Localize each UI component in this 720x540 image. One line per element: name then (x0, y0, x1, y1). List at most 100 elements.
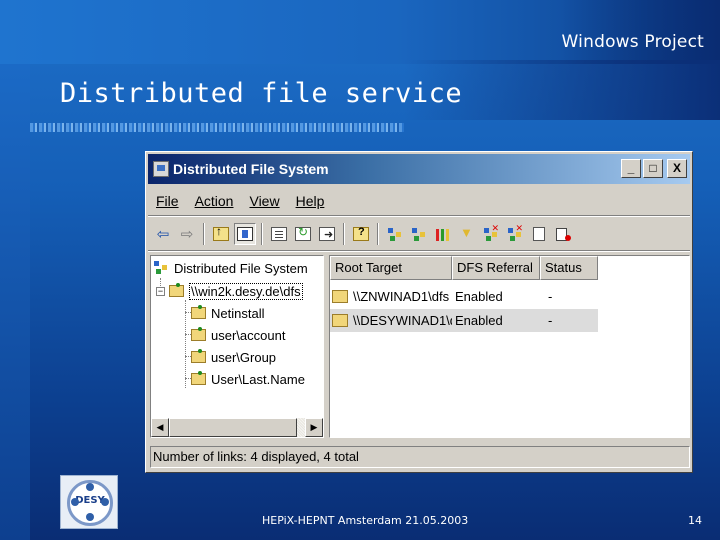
tree-node-link[interactable]: user\account (191, 325, 285, 345)
scroll-thumb[interactable] (169, 418, 297, 437)
tree-node-label: Distributed File System (174, 260, 308, 276)
list-pane[interactable]: Root Target DFS Referral Status \\ZNWINA… (329, 255, 690, 438)
remove-target-button[interactable] (552, 223, 574, 245)
help-button[interactable] (350, 223, 372, 245)
tree-node-label: user\account (211, 327, 286, 343)
cell-root-target: \\ZNWINAD1\dfs (353, 289, 450, 304)
copy-button[interactable] (528, 223, 550, 245)
logo-dot (86, 483, 94, 491)
remove-link-icon (507, 223, 523, 241)
dfs-root-folder-icon (169, 283, 184, 297)
cell-dfs-referral: Enabled (455, 289, 503, 304)
dfs-tree-icon (154, 261, 170, 275)
column-root-target[interactable]: Root Target (330, 256, 452, 280)
slide-title: Distributed file service (60, 78, 463, 109)
up-one-level-button[interactable] (210, 223, 232, 245)
export-list-button[interactable] (316, 223, 338, 245)
link-folder-icon (191, 371, 206, 385)
maximize-button[interactable]: □ (643, 159, 663, 178)
logo-dot (71, 498, 79, 506)
toolbar-separator (203, 223, 205, 245)
dfs-window: Distributed File System _ □ X File Actio… (145, 151, 693, 473)
cell-root-target: \\DESYWINAD1\dfs (353, 313, 452, 328)
list-row[interactable]: \\ZNWINAD1\dfs Enabled - (330, 285, 598, 308)
logo-ring: DESY (67, 480, 113, 526)
back-button[interactable]: ⇦ (152, 223, 174, 245)
filter-icon (459, 225, 475, 241)
tree-horizontal-scrollbar[interactable]: ◀ ▶ (151, 418, 323, 437)
scroll-track[interactable] (297, 418, 305, 437)
tree-connector (185, 300, 186, 388)
toolbar-bottom-separator (148, 250, 690, 252)
tree-node-label: User\Last.Name (211, 371, 305, 387)
window-title: Distributed File System (173, 161, 329, 177)
toolbar-separator (343, 223, 345, 245)
toolbar: ⇦ ⇨ (152, 220, 574, 248)
cell-status: - (548, 289, 553, 304)
new-link-icon (411, 227, 427, 241)
link-folder-icon (191, 349, 206, 363)
forward-button[interactable]: ⇨ (176, 223, 198, 245)
left-strip (0, 64, 30, 540)
cell-status: - (548, 313, 553, 328)
menu-help[interactable]: Help (288, 193, 333, 209)
list-header: Root Target DFS Referral Status (330, 256, 598, 280)
column-dfs-referral[interactable]: DFS Referral (452, 256, 540, 280)
tree-view: Distributed File System − \\win2k.desy.d… (151, 256, 323, 418)
tree-node-link[interactable]: Netinstall (191, 303, 264, 323)
show-status-icon (435, 227, 451, 241)
menu-view-label: View (249, 193, 280, 209)
filter-button[interactable] (456, 223, 478, 245)
minimize-button[interactable]: _ (621, 159, 641, 178)
remove-link-button[interactable] (504, 223, 526, 245)
desy-logo: DESY (60, 475, 118, 529)
collapse-toggle[interactable]: − (156, 286, 165, 296)
window-controls: _ □ X (621, 159, 687, 178)
new-link-button[interactable] (408, 223, 430, 245)
up-folder-icon (213, 224, 229, 241)
menu-action-label: Action (194, 193, 234, 209)
tree-pane[interactable]: Distributed File System − \\win2k.desy.d… (150, 255, 324, 438)
toolbar-separator (377, 223, 379, 245)
logo-dot (101, 498, 109, 506)
footer-text: HEPiX-HEPNT Amsterdam 21.05.2003 (262, 514, 469, 527)
menu-view[interactable]: View (241, 193, 287, 209)
list-row[interactable]: \\DESYWINAD1\dfs Enabled - (330, 309, 598, 332)
dfs-app-icon (153, 161, 169, 177)
window-titlebar[interactable]: Distributed File System _ □ X (148, 154, 690, 184)
show-status-button[interactable] (432, 223, 454, 245)
copy-icon (533, 227, 545, 241)
tree-node-dfs-root[interactable]: − \\win2k.desy.de\dfs (156, 281, 303, 301)
back-arrow-icon: ⇦ (156, 226, 170, 243)
status-bar: Number of links: 4 displayed, 4 total (150, 446, 690, 468)
new-root-button[interactable] (384, 223, 406, 245)
tree-node-root[interactable]: Distributed File System (154, 258, 308, 278)
properties-button[interactable] (268, 223, 290, 245)
menu-help-label: Help (295, 193, 325, 209)
help-icon (353, 226, 369, 241)
toolbar-separator (261, 223, 263, 245)
new-root-icon (387, 227, 403, 241)
forward-arrow-icon: ⇨ (180, 226, 194, 243)
scroll-left-button[interactable]: ◀ (151, 418, 169, 437)
decorative-rule (30, 123, 404, 132)
tree-node-label: Netinstall (211, 305, 265, 321)
scroll-right-button[interactable]: ▶ (305, 418, 323, 437)
tree-node-link[interactable]: User\Last.Name (191, 369, 305, 389)
remove-target-icon (555, 227, 571, 241)
show-hide-tree-icon (237, 227, 253, 241)
link-folder-icon (191, 305, 206, 319)
show-hide-tree-button[interactable] (234, 223, 256, 245)
tree-node-link[interactable]: user\Group (191, 347, 276, 367)
menu-file[interactable]: File (148, 193, 187, 209)
refresh-button[interactable] (292, 223, 314, 245)
refresh-icon (295, 225, 311, 241)
column-status[interactable]: Status (540, 256, 598, 280)
project-title: Windows Project (561, 32, 704, 52)
menu-separator (148, 215, 690, 217)
remove-root-button[interactable] (480, 223, 502, 245)
cell-dfs-referral: Enabled (455, 313, 503, 328)
menu-action[interactable]: Action (187, 193, 242, 209)
tree-node-label: \\win2k.desy.de\dfs (189, 282, 303, 300)
close-button[interactable]: X (667, 159, 687, 178)
